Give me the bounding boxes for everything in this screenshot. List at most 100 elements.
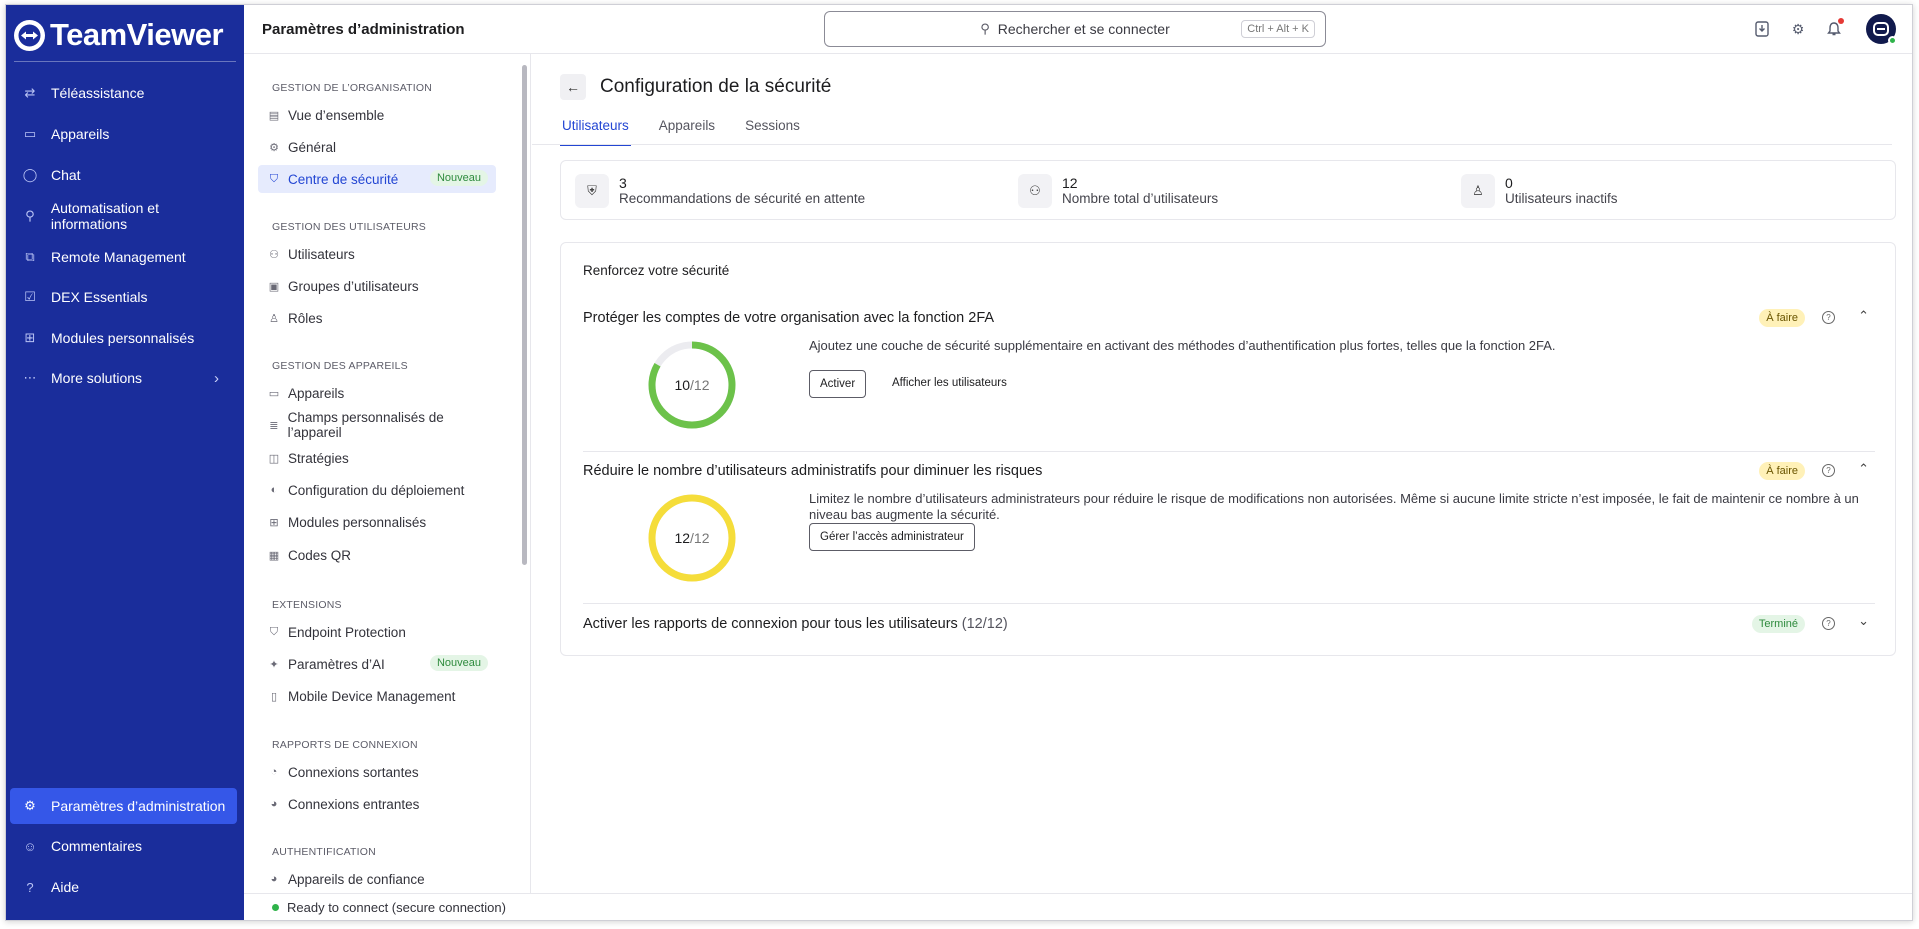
progress-ring: 10/12 [647,340,737,430]
sidebar-item-appareils-confiance[interactable]: ◕ Appareils de confiance [258,865,496,893]
sidebar-item-utilisateurs[interactable]: ⚇ Utilisateurs [258,240,496,268]
nav-item-modules[interactable]: ⊞ Modules personnalisés [10,320,237,356]
search-icon: ⚲ [980,21,990,36]
sidebar-item-centre-securite[interactable]: ⛉ Centre de sécurité Nouveau [258,165,496,193]
chevron-right-icon: › [214,370,219,387]
section-heading: GESTION DE L’ORGANISATION [272,82,432,94]
devices-icon: ▭ [23,126,37,141]
bell-icon[interactable] [1824,18,1844,39]
sidebar-item-label: Connexions entrantes [288,796,420,812]
progress-ring: 12/12 [647,493,737,583]
status-badge: À faire [1759,462,1805,480]
activate-button[interactable]: Activer [809,370,867,398]
sidebar-item-codes-qr[interactable]: ▦ Codes QR [258,541,496,569]
tab-utilisateurs[interactable]: Utilisateurs [560,116,631,146]
sidebar-item-endpoint-protection[interactable]: ⛉ Endpoint Protection [258,618,496,646]
sidebar-item-appareils[interactable]: ▭ Appareils [258,379,496,407]
overview-icon: ▤ [268,109,280,122]
section-heading: RAPPORTS DE CONNEXION [272,739,418,751]
sidebar-scrollbar[interactable] [522,65,527,565]
brand[interactable]: TeamViewer [14,15,224,55]
nav-item-admin-settings[interactable]: ⚙ Paramètres d’administration [10,788,237,824]
sidebar-item-roles[interactable]: ♙ Rôles [258,304,496,332]
ai-sparkle-icon: ✦ [269,658,279,671]
incoming-connections-icon: ◕ [270,798,278,810]
automation-icon: ⚲ [25,208,35,223]
more-icon: ⋯ [23,370,37,385]
sidebar-item-groupes[interactable]: ▣ Groupes d’utilisateurs [258,272,496,300]
deployment-icon: ◐ [270,484,278,496]
nav-item-label: Chat [51,167,81,183]
recommendation-description: Ajoutez une couche de sécurité supplémen… [809,338,1556,353]
nav-item-chat[interactable]: ◯ Chat [10,157,237,193]
sidebar-item-modules[interactable]: ⊞ Modules personnalisés [258,508,496,536]
sidebar-item-label: Général [288,139,337,155]
feedback-icon: ☺ [23,838,37,854]
new-badge: Nouveau [429,170,488,186]
nav-item-appareils[interactable]: ▭ Appareils [10,116,237,152]
avatar[interactable] [1866,14,1897,45]
gear-icon: ⚙ [269,141,279,154]
recommendation-title[interactable]: Activer les rapports de connexion pour t… [583,616,1008,632]
nav-item-label: Aide [51,879,80,895]
sidebar-item-strategies[interactable]: ◫ Stratégies [258,444,496,472]
dex-icon: ☑ [24,289,36,304]
connection-status-dot [272,903,279,911]
info-icon[interactable]: ? [1822,617,1835,630]
online-status-dot [1888,36,1897,45]
manage-admin-access-button[interactable]: Gérer l’accès administrateur [809,523,975,551]
section-heading: EXTENSIONS [272,599,342,611]
shield-check-icon: ⛉ [269,625,279,638]
sidebar-item-champs-personnalises[interactable]: ≣ Champs personnalisés de l’appareil [258,410,496,440]
sidebar-item-label: Paramètres d’AI [288,656,385,672]
trusted-device-icon: ◕ [270,873,278,885]
recommendation-title[interactable]: Réduire le nombre d’utilisateurs adminis… [583,463,1042,479]
download-icon[interactable] [1752,19,1772,39]
sidebar-item-general[interactable]: ⚙ Général [258,133,496,161]
sidebar-item-deploiement[interactable]: ◐ Configuration du déploiement [258,476,496,504]
recommendation-count: (12/12) [961,616,1008,632]
recommendation-title[interactable]: Protéger les comptes de votre organisati… [583,310,994,326]
sidebar-item-parametres-ai[interactable]: ✦ Paramètres d’AI Nouveau [258,650,496,678]
card-title: Renforcez votre sécurité [583,263,730,278]
nav-item-label: Commentaires [51,838,143,854]
nav-item-teleassistance[interactable]: ⇄ Téléassistance [10,75,237,111]
nav-item-commentaires[interactable]: ☺ Commentaires [10,828,237,864]
user-groups-icon: ▣ [268,280,280,293]
sidebar-item-label: Connexions sortantes [288,764,419,780]
sidebar-item-connexions-entrantes[interactable]: ◕ Connexions entrantes [258,790,496,818]
sidebar-item-mdm[interactable]: ▯ Mobile Device Management [258,682,496,710]
sidebar-item-label: Stratégies [288,450,349,466]
sidebar-item-label: Vue d’ensemble [288,107,385,123]
sidebar-item-label: Appareils [288,385,345,401]
tab-sessions[interactable]: Sessions [743,116,802,146]
gear-icon[interactable]: ⚙ [1788,19,1808,39]
nav-item-label: Appareils [51,126,110,142]
arrows-swap-icon: ⇄ [24,85,36,100]
admin-settings-icon: ⚙ [24,798,36,813]
show-users-button[interactable]: Afficher les utilisateurs [892,377,1007,389]
recommendation-title-text: Activer les rapports de connexion pour t… [583,616,958,632]
chevron-down-icon[interactable]: ⌄ [1858,613,1869,629]
sidebar-item-vue-ensemble[interactable]: ▤ Vue d’ensemble [258,101,496,129]
sidebar-item-label: Mobile Device Management [288,688,456,704]
info-icon[interactable]: ? [1822,311,1835,324]
nav-item-more-solutions[interactable]: ⋯ More solutions › [10,360,237,396]
chevron-up-icon[interactable]: ⌃ [1858,308,1869,324]
tab-appareils[interactable]: Appareils [657,116,717,146]
progress-total: /12 [690,530,710,546]
notification-dot [1838,18,1844,24]
sidebar-item-label: Endpoint Protection [288,624,406,640]
nav-item-aide[interactable]: ? Aide [10,869,237,905]
progress-done: 12 [674,530,691,546]
info-icon[interactable]: ? [1822,464,1835,477]
nav-item-remote-management[interactable]: ⧉ Remote Management [10,239,237,275]
nav-item-dex-essentials[interactable]: ☑ DEX Essentials [10,279,237,315]
chevron-up-icon[interactable]: ⌃ [1858,461,1869,477]
sidebar-item-connexions-sortantes[interactable]: ◔ Connexions sortantes [258,758,496,786]
sidebar-item-label: Modules personnalisés [288,514,427,530]
back-button[interactable]: ← [560,74,586,100]
nav-item-automatisation[interactable]: ⚲ Automatisation et informations [10,198,237,234]
search-input[interactable]: ⚲ Rechercher et se connecter Ctrl + Alt … [824,11,1326,47]
chat-icon: ◯ [22,167,38,182]
